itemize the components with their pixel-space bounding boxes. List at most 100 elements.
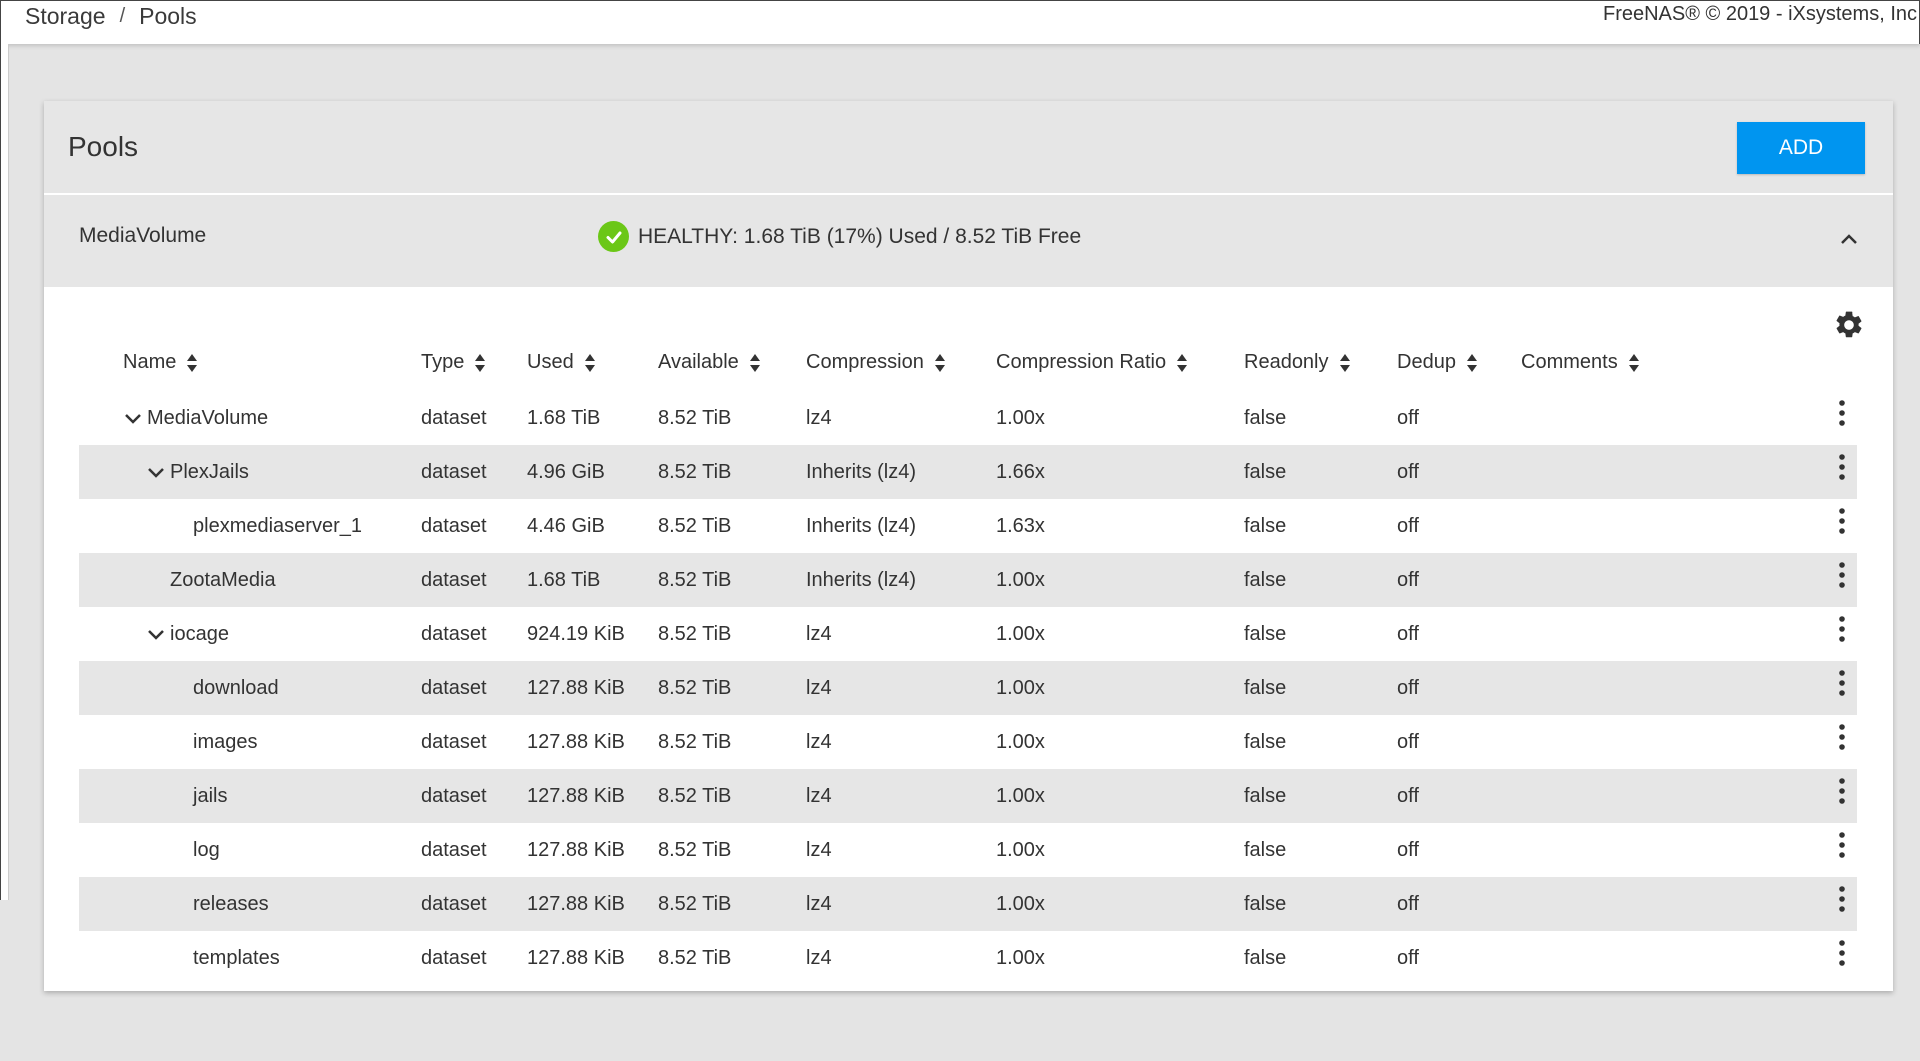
more-vert-icon[interactable]: [1838, 831, 1846, 859]
chevron-down-icon[interactable]: [146, 463, 166, 483]
cell-available: 8.52 TiB: [658, 515, 732, 537]
cell-readonly: false: [1244, 677, 1287, 699]
table-row[interactable]: log dataset 127.88 KiB 8.52 TiB lz4 1.00x fals…: [79, 823, 1857, 877]
more-vert-icon[interactable]: [1838, 777, 1846, 805]
cell-used: 924.19 KiB: [527, 623, 625, 645]
cell-dedup: off: [1397, 461, 1419, 483]
cell-compression: lz4: [806, 893, 832, 915]
column-header-type[interactable]: Type: [421, 351, 486, 374]
table-row[interactable]: MediaVolume dataset 1.68 TiB 8.52 TiB lz4 1.0…: [79, 391, 1857, 445]
dataset-name: ZootaMedia: [170, 569, 276, 592]
table-row[interactable]: PlexJails dataset 4.96 GiB 8.52 TiB Inherits…: [79, 445, 1857, 499]
more-vert-icon[interactable]: [1838, 507, 1846, 535]
chevron-down-icon[interactable]: [146, 625, 166, 645]
table-row[interactable]: download dataset 127.88 KiB 8.52 TiB lz4 1.00…: [79, 661, 1857, 715]
dataset-name-label: iocage: [170, 623, 229, 645]
column-header-comments[interactable]: Comments: [1521, 351, 1640, 374]
cell-compression: lz4: [806, 623, 832, 645]
more-vert-icon[interactable]: [1838, 399, 1846, 427]
cell-used: 127.88 KiB: [527, 677, 625, 699]
sort-icon[interactable]: [1628, 353, 1640, 373]
column-header-available[interactable]: Available: [658, 351, 761, 374]
cell-dedup: off: [1397, 515, 1419, 537]
table-row[interactable]: plexmediaserver_1 dataset 4.46 GiB 8.52 TiB…: [79, 499, 1857, 553]
column-header-used[interactable]: Used: [527, 351, 596, 374]
page-title: Pools: [68, 131, 139, 162]
dataset-name: templates: [193, 947, 280, 970]
cell-compression-ratio: 1.00x: [996, 839, 1045, 861]
dataset-name: MediaVolume: [123, 407, 268, 430]
sort-icon[interactable]: [1176, 353, 1188, 373]
cell-type: dataset: [421, 569, 487, 591]
column-header-compression-ratio[interactable]: Compression Ratio: [996, 351, 1188, 374]
dataset-name: jails: [193, 785, 227, 808]
dataset-name-label: ZootaMedia: [170, 569, 276, 591]
table-row[interactable]: jails dataset 127.88 KiB 8.52 TiB lz4 1.00x fa…: [79, 769, 1857, 823]
column-header-label: Compression Ratio: [996, 351, 1167, 373]
pool-header[interactable]: MediaVolume HEALTHY: 1.68 TiB (17%) Used…: [44, 195, 1893, 287]
more-vert-icon[interactable]: [1838, 939, 1846, 967]
cell-available: 8.52 TiB: [658, 569, 732, 591]
cell-type: dataset: [421, 623, 487, 645]
more-vert-icon[interactable]: [1838, 561, 1846, 589]
sort-icon[interactable]: [584, 353, 596, 373]
cell-readonly: false: [1244, 461, 1287, 483]
cell-readonly: false: [1244, 893, 1287, 915]
table-row[interactable]: releases dataset 127.88 KiB 8.52 TiB lz4 1.00…: [79, 877, 1857, 931]
dataset-name: releases: [193, 893, 269, 916]
dataset-name: PlexJails: [146, 461, 249, 484]
dataset-name: download: [193, 677, 279, 700]
sort-icon[interactable]: [474, 353, 486, 373]
chevron-up-icon[interactable]: [1839, 229, 1859, 249]
cell-compression-ratio: 1.00x: [996, 947, 1045, 969]
table-row[interactable]: ZootaMedia dataset 1.68 TiB 8.52 TiB Inherit…: [79, 553, 1857, 607]
more-vert-icon[interactable]: [1838, 723, 1846, 751]
pool-name: MediaVolume: [79, 224, 207, 247]
column-header-dedup[interactable]: Dedup: [1397, 351, 1478, 374]
cell-readonly: false: [1244, 785, 1287, 807]
breadcrumb-separator: /: [119, 5, 126, 27]
dataset-name-label: log: [193, 839, 220, 861]
more-vert-icon[interactable]: [1838, 885, 1846, 913]
more-vert-icon[interactable]: [1838, 615, 1846, 643]
cell-readonly: false: [1244, 407, 1287, 429]
pool-status-text: HEALTHY: 1.68 TiB (17%) Used / 8.52 TiB …: [638, 224, 1082, 248]
copyright-text: FreeNAS® © 2019 - iXsystems, Inc: [1602, 3, 1917, 25]
breadcrumb: Storage / Pools: [25, 3, 197, 30]
cell-compression-ratio: 1.00x: [996, 623, 1045, 645]
add-pool-button[interactable]: ADD: [1737, 122, 1865, 174]
cell-used: 1.68 TiB: [527, 407, 601, 429]
sort-icon[interactable]: [1339, 353, 1351, 373]
more-vert-icon[interactable]: [1838, 453, 1846, 481]
sort-icon[interactable]: [749, 353, 761, 373]
cell-readonly: false: [1244, 569, 1287, 591]
cell-dedup: off: [1397, 407, 1419, 429]
column-header-name[interactable]: Name: [123, 351, 198, 374]
cell-used: 127.88 KiB: [527, 839, 625, 861]
sidebar-edge: [0, 44, 9, 900]
check-circle-icon: [598, 221, 629, 252]
column-header-label: Available: [658, 351, 739, 373]
cell-compression: lz4: [806, 839, 832, 861]
cell-dedup: off: [1397, 839, 1419, 861]
chevron-down-icon[interactable]: [123, 409, 143, 429]
dataset-name: iocage: [146, 623, 229, 646]
table-row[interactable]: templates dataset 127.88 KiB 8.52 TiB lz4 1.0…: [79, 931, 1857, 985]
column-header-label: Dedup: [1397, 351, 1456, 373]
cell-used: 127.88 KiB: [527, 785, 625, 807]
cell-readonly: false: [1244, 947, 1287, 969]
breadcrumb-storage[interactable]: Storage: [25, 3, 106, 30]
sort-icon[interactable]: [934, 353, 946, 373]
cell-dedup: off: [1397, 623, 1419, 645]
cell-compression-ratio: 1.00x: [996, 677, 1045, 699]
column-header-readonly[interactable]: Readonly: [1244, 351, 1351, 374]
table-row[interactable]: iocage dataset 924.19 KiB 8.52 TiB lz4 1.00x f…: [79, 607, 1857, 661]
top-bar: Storage / Pools FreeNAS® © 2019 - iXsyst…: [0, 0, 1920, 44]
table-row[interactable]: images dataset 127.88 KiB 8.52 TiB lz4 1.00x f…: [79, 715, 1857, 769]
cell-compression: lz4: [806, 677, 832, 699]
cell-compression-ratio: 1.66x: [996, 461, 1045, 483]
more-vert-icon[interactable]: [1838, 669, 1846, 697]
column-header-compression[interactable]: Compression: [806, 351, 946, 374]
sort-icon[interactable]: [1466, 353, 1478, 373]
sort-icon[interactable]: [186, 353, 198, 373]
